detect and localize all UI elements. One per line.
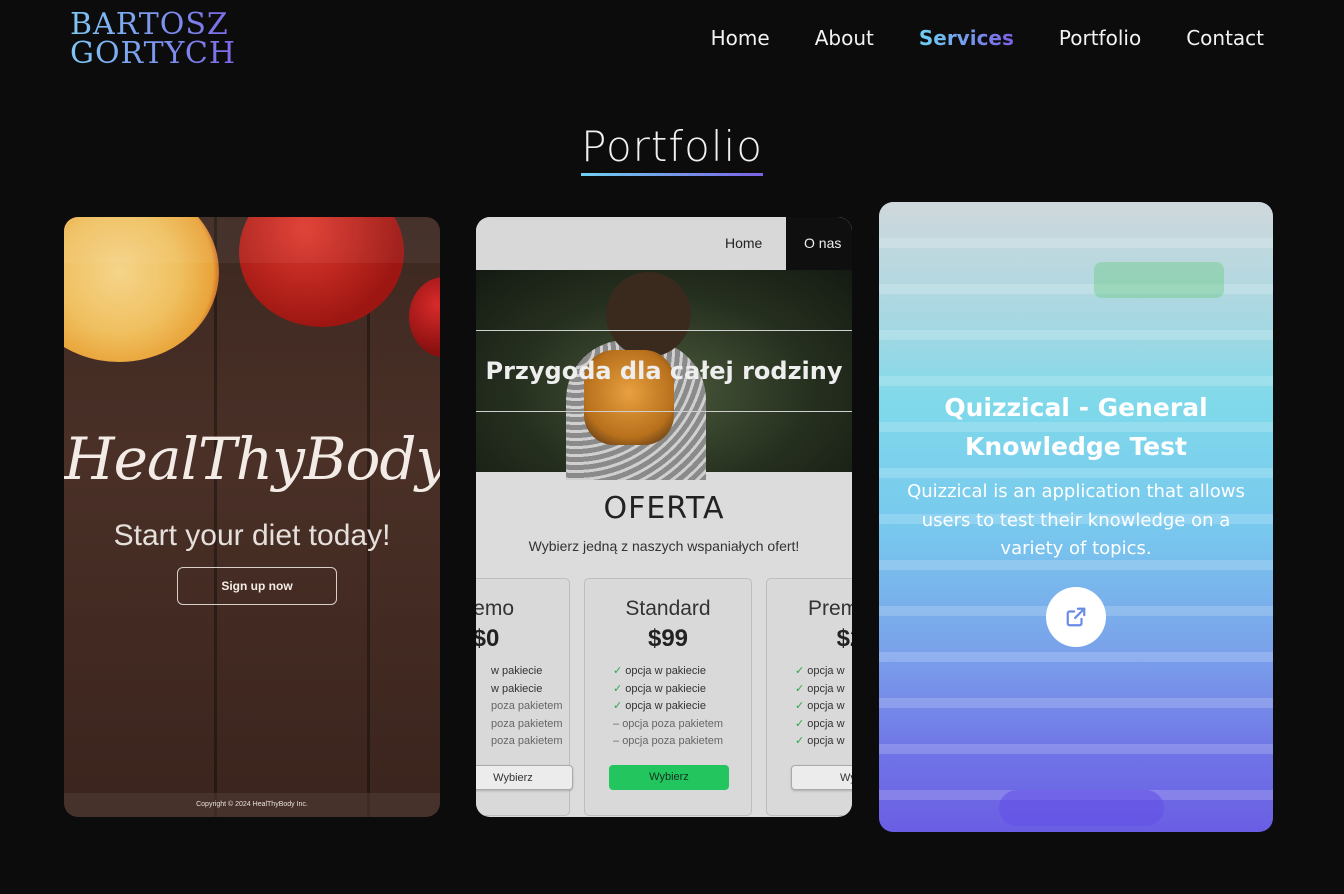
child-head bbox=[606, 272, 691, 357]
plan-feature: ✓ opcja w pakiecie bbox=[613, 665, 706, 677]
plan-card-standard: Standard $99 ✓ opcja w pakiecie ✓ opcja w … bbox=[584, 578, 752, 816]
check-icon: ✓ bbox=[613, 682, 623, 695]
check-icon: ✓ bbox=[795, 682, 805, 695]
strawberry-image bbox=[409, 277, 440, 357]
dash-icon: – bbox=[613, 735, 623, 747]
project-title: Quizzical - General Knowledge Test bbox=[944, 393, 1208, 461]
hero-divider-top bbox=[476, 330, 852, 331]
plan-feature: – opcja poza pakietem bbox=[613, 735, 724, 747]
nav-contact[interactable]: Contact bbox=[1186, 24, 1264, 52]
plan-select-button[interactable]: Wybierz bbox=[609, 765, 729, 790]
offer-subtitle: Wybierz jedną z naszych wspaniałych ofer… bbox=[528, 538, 800, 554]
plan-feature: ✓ opcja w pakiecie bbox=[613, 700, 706, 712]
plan-price: $99 bbox=[647, 625, 689, 652]
plan-select-button[interactable]: Wyb bbox=[791, 765, 852, 790]
nav-services[interactable]: Services bbox=[919, 24, 1014, 52]
check-icon: ✓ bbox=[795, 717, 805, 730]
check-icon: ✓ bbox=[795, 735, 805, 747]
plan-feature: ✓ opcja w bbox=[795, 735, 845, 747]
check-icon: ✓ bbox=[795, 700, 805, 712]
plan-name: Demo bbox=[476, 597, 515, 620]
preview-nav-home[interactable]: Home bbox=[725, 235, 762, 251]
plan-feature: poza pakietem bbox=[491, 700, 563, 712]
plan-feature: w pakiecie bbox=[491, 665, 543, 677]
offer-title: OFERTA bbox=[603, 491, 725, 526]
blurred-preview-button bbox=[1094, 262, 1224, 298]
main-nav: Home About Services Portfolio Contact bbox=[711, 24, 1264, 52]
plan-features: ✓ opcja w pakiecie ✓ opcja w pakiecie ✓ opc… bbox=[613, 663, 723, 751]
project-description: Quizzical is an application that allows … bbox=[907, 481, 1245, 559]
plan-card-premium: Premium $2 ✓opcja w ✓opcja w ✓opcja w ✓o… bbox=[766, 578, 852, 816]
preview-brand: HealThyBody bbox=[64, 425, 440, 493]
project-card-quizzical[interactable]: Quizzical - General Knowledge Test Quizz… bbox=[879, 202, 1273, 832]
plan-name: Standard bbox=[625, 597, 711, 620]
plan-feature: ✓ opcja w bbox=[795, 717, 845, 730]
external-link-icon bbox=[1066, 607, 1086, 627]
section-header: Portfolio bbox=[0, 122, 1344, 176]
preview-hero-image: Przygoda dla całej rodziny bbox=[476, 270, 852, 480]
preview-footer: Copyright © 2024 HealThyBody Inc. bbox=[64, 793, 440, 817]
site-logo[interactable]: Bartosz Gortych bbox=[70, 10, 236, 68]
preview-nav-onas[interactable]: O nas bbox=[786, 217, 852, 270]
logo-first-name: Bartosz bbox=[70, 7, 229, 42]
preview-tagline: Start your diet today! bbox=[113, 519, 391, 552]
nav-about[interactable]: About bbox=[815, 24, 874, 52]
hero-divider-bottom bbox=[476, 411, 852, 412]
nav-home[interactable]: Home bbox=[711, 24, 770, 52]
section-title: Portfolio bbox=[581, 122, 763, 176]
plan-select-button[interactable]: Wybierz bbox=[476, 765, 573, 790]
plan-feature: ✓ opcja w bbox=[795, 682, 845, 695]
plan-feature: w pakiecie bbox=[491, 682, 543, 695]
check-icon: ✓ bbox=[795, 665, 805, 677]
plan-feature: – opcja poza pakietem bbox=[613, 717, 724, 730]
nav-portfolio[interactable]: Portfolio bbox=[1059, 24, 1141, 52]
plan-price: $2 bbox=[836, 625, 852, 652]
plan-feature: ✓ opcja w pakiecie bbox=[613, 682, 706, 695]
plan-price: $0 bbox=[476, 625, 500, 652]
preview-signup-button[interactable]: Sign up now bbox=[177, 567, 337, 605]
plan-features: w pakiecie w pakiecie poza pakietem poza… bbox=[476, 663, 563, 751]
open-project-button[interactable] bbox=[1046, 587, 1106, 647]
project-card-healthybody[interactable]: HealThyBody Start your diet today! Sign … bbox=[64, 217, 440, 817]
check-icon: ✓ bbox=[613, 665, 623, 677]
plan-feature: ✓ opcja w bbox=[795, 700, 845, 712]
plan-features: ✓ opcja w ✓ opcja w ✓ opcja w ✓ opcja w ✓ opc… bbox=[795, 663, 845, 751]
plan-feature: ✓ opcja w bbox=[795, 665, 845, 677]
plan-card-demo: Demo $0 w pakiecie w pakiecie poza pakie… bbox=[476, 578, 573, 816]
plan-name: Premium bbox=[807, 597, 852, 620]
dash-icon: – bbox=[613, 717, 623, 730]
check-icon: ✓ bbox=[613, 700, 623, 712]
preview-hero-text: Przygoda dla całej rodziny bbox=[485, 357, 843, 385]
plan-feature: poza pakietem bbox=[491, 717, 563, 730]
preview-topbar bbox=[64, 217, 440, 263]
project-card-przygoda[interactable]: Home O nas Przygoda dla całej rodziny OF… bbox=[476, 217, 852, 817]
logo-last-name: Gortych bbox=[70, 36, 237, 71]
blurred-preview-submit bbox=[999, 790, 1164, 826]
plan-feature: poza pakietem bbox=[491, 735, 563, 747]
